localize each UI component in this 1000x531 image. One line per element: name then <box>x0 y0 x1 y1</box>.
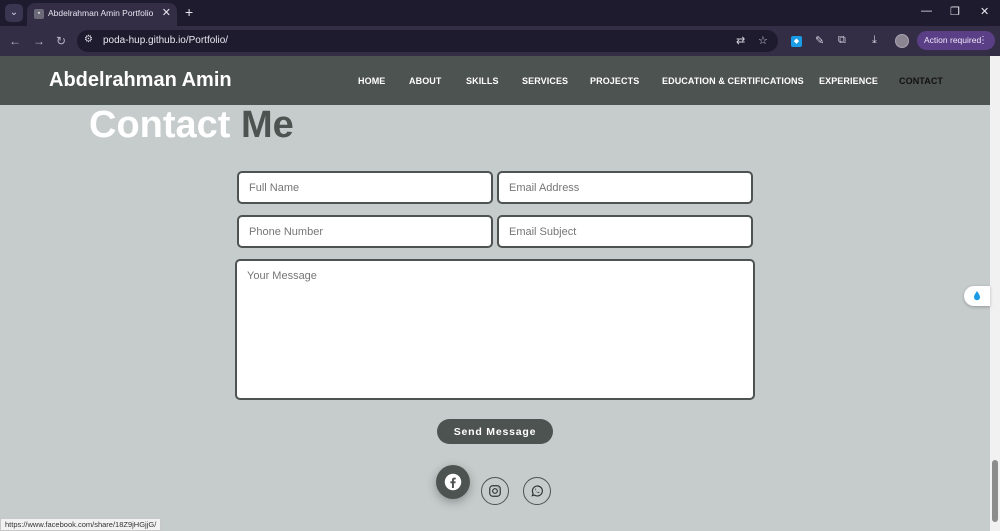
instagram-icon[interactable] <box>481 477 509 505</box>
scrollbar-thumb[interactable] <box>992 460 998 522</box>
reload-icon[interactable]: ↻ <box>56 34 66 48</box>
nav-projects[interactable]: PROJECTS <box>590 76 639 86</box>
extension-drop-icon[interactable]: ◆ <box>791 36 802 47</box>
window-close-icon[interactable]: ✕ <box>980 5 989 18</box>
phone-input[interactable] <box>237 215 493 248</box>
tab-title: Abdelrahman Amin Portfolio <box>48 8 154 18</box>
contact-heading: Contact Me <box>89 104 294 147</box>
action-required-label: Action required <box>924 35 982 45</box>
extensions-puzzle-icon[interactable]: ⧉ <box>838 34 846 47</box>
forward-icon[interactable]: → <box>33 34 45 48</box>
site-header: Abdelrahman Amin HOME ABOUT SKILLS SERVI… <box>0 56 990 105</box>
nav-services[interactable]: SERVICES <box>522 76 568 86</box>
nav-experience[interactable]: EXPERIENCE <box>819 76 878 86</box>
tab-close-icon[interactable]: ✕ <box>162 6 171 19</box>
nav-education[interactable]: EDUCATION & CERTIFICATIONS <box>662 76 804 86</box>
message-textarea[interactable] <box>235 259 755 400</box>
full-name-input[interactable] <box>237 171 493 204</box>
restore-icon[interactable]: ❐ <box>950 5 960 18</box>
browser-toolbar: ← → ↻ ⚙ poda-hup.github.io/Portfolio/ ⇄ … <box>0 26 1000 56</box>
browser-tab[interactable]: ▪ Abdelrahman Amin Portfolio ✕ <box>27 3 177 26</box>
profile-avatar[interactable] <box>895 34 909 48</box>
nav-skills[interactable]: SKILLS <box>466 76 499 86</box>
kebab-menu-icon[interactable]: ⋮ <box>978 31 988 50</box>
send-message-button[interactable]: Send Message <box>437 419 553 444</box>
browser-tab-bar: ⌄ ▪ Abdelrahman Amin Portfolio ✕ + — ❐ ✕ <box>0 0 1000 26</box>
subject-input[interactable] <box>497 215 753 248</box>
nav-home[interactable]: HOME <box>358 76 385 86</box>
floating-extension-drop-icon[interactable] <box>964 286 990 306</box>
whatsapp-icon[interactable] <box>523 477 551 505</box>
tab-search-icon[interactable]: ⌄ <box>5 4 23 22</box>
url-text[interactable]: poda-hup.github.io/Portfolio/ <box>103 35 228 46</box>
tab-favicon-icon: ▪ <box>34 9 44 19</box>
action-required-button[interactable]: Action required ⋮ <box>917 31 995 50</box>
facebook-icon[interactable] <box>436 465 470 499</box>
brand-name[interactable]: Abdelrahman Amin <box>49 69 232 92</box>
eyedropper-extension-icon[interactable]: ✎ <box>815 34 824 47</box>
nav-about[interactable]: ABOUT <box>409 76 442 86</box>
download-icon[interactable]: ⤓ <box>872 34 877 47</box>
link-status-url: https://www.facebook.com/share/18Z9jHGjj… <box>0 518 162 531</box>
nav-contact[interactable]: CONTACT <box>899 76 943 86</box>
new-tab-icon[interactable]: + <box>185 4 193 20</box>
site-info-icon[interactable]: ⚙ <box>84 34 93 45</box>
heading-me: Me <box>241 104 294 146</box>
minimize-icon[interactable]: — <box>921 5 932 17</box>
heading-contact: Contact <box>89 104 231 146</box>
bookmark-star-icon[interactable]: ☆ <box>758 34 768 47</box>
translate-icon[interactable]: ⇄ <box>736 34 745 47</box>
back-icon[interactable]: ← <box>9 34 21 48</box>
address-bar[interactable]: ⚙ poda-hup.github.io/Portfolio/ ⇄ ☆ <box>77 30 778 52</box>
email-input[interactable] <box>497 171 753 204</box>
